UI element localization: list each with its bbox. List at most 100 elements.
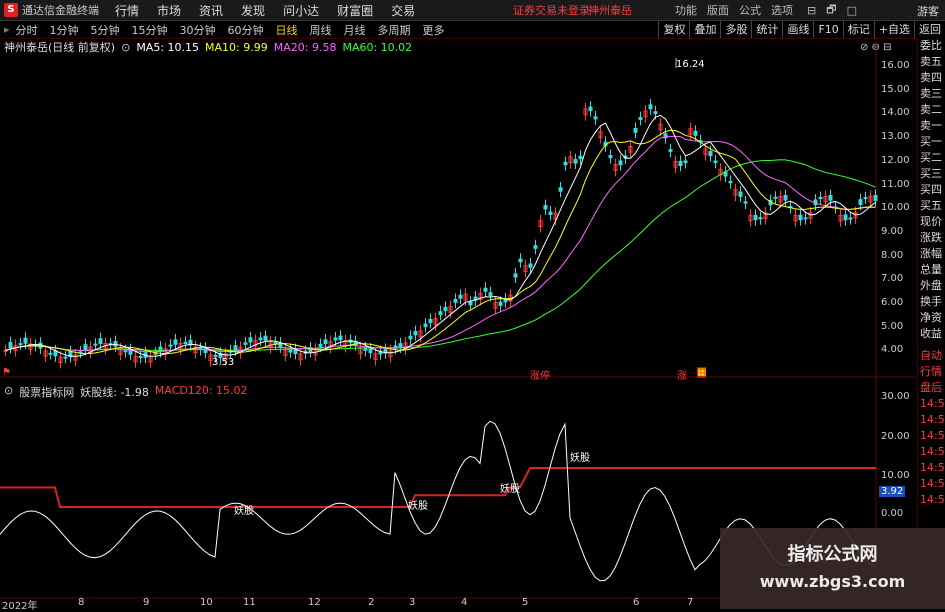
menu-arrow-icon[interactable]: ▸: [4, 23, 10, 36]
indicator-tick-label: 10.00: [881, 470, 910, 481]
candle-body: [773, 196, 778, 199]
side-panel-item[interactable]: 14:50: [918, 428, 945, 444]
candle-body: [618, 160, 623, 166]
candle-body: [828, 194, 833, 201]
period-30min[interactable]: 30分钟: [180, 22, 216, 38]
side-panel-item[interactable]: 外盘: [918, 278, 945, 294]
menu-options[interactable]: 选项: [771, 2, 793, 18]
side-panel-item[interactable]: 14:50: [918, 444, 945, 460]
candle-body: [438, 311, 443, 316]
tool-back[interactable]: 返回: [914, 21, 945, 38]
side-panel-item[interactable]: 14:50: [918, 476, 945, 492]
side-panel-item[interactable]: 盘后: [918, 380, 945, 396]
candle-body: [63, 356, 68, 359]
period-more[interactable]: 更多: [423, 22, 445, 38]
side-panel-item[interactable]: 涨跌: [918, 230, 945, 246]
side-panel-item[interactable]: 现价: [918, 214, 945, 230]
menu-news[interactable]: 资讯: [199, 2, 223, 19]
side-panel-item[interactable]: 买二: [918, 150, 945, 166]
menu-ask[interactable]: 问小达: [283, 2, 319, 19]
menu-layout[interactable]: 版面: [707, 2, 729, 18]
candle-body: [588, 106, 593, 112]
candle-body: [758, 217, 763, 220]
period-multi[interactable]: 多周期: [378, 22, 411, 38]
guest-user[interactable]: 游客: [917, 3, 939, 19]
date-tick-label: 10: [200, 597, 213, 608]
menu-discover[interactable]: 发现: [241, 2, 265, 19]
menu-wealth[interactable]: 财富圈: [337, 2, 373, 19]
side-panel-item[interactable]: 14:50: [918, 492, 945, 508]
date-tick-label: 5: [522, 597, 529, 608]
side-panel-item[interactable]: 卖二: [918, 102, 945, 118]
tool-f10[interactable]: F10: [813, 21, 842, 38]
candle-body: [398, 343, 403, 348]
candle-body: [513, 273, 518, 278]
period-15min[interactable]: 15分钟: [132, 22, 168, 38]
side-panel-item[interactable]: 总量: [918, 262, 945, 278]
side-panel-item[interactable]: 自动: [918, 348, 945, 364]
period-weekly[interactable]: 周线: [310, 22, 332, 38]
tool-mark[interactable]: 标记: [842, 21, 874, 38]
candle-body: [363, 347, 368, 351]
side-panel-item[interactable]: 卖一: [918, 118, 945, 134]
side-panel-item[interactable]: 买五: [918, 198, 945, 214]
indicator-tick-label: 30.00: [881, 391, 910, 402]
login-warning[interactable]: 证券交易未登录: [513, 2, 590, 18]
menu-market[interactable]: 市场: [157, 2, 181, 19]
side-panel-item[interactable]: 买一: [918, 134, 945, 150]
candle-body: [543, 205, 548, 210]
period-monthly[interactable]: 月线: [344, 22, 366, 38]
price-tick-label: 10.00: [881, 202, 910, 214]
side-panel-item[interactable]: 换手: [918, 294, 945, 310]
side-panel-item[interactable]: 卖五: [918, 54, 945, 70]
candle-body: [818, 196, 823, 199]
side-panel-item[interactable]: 净资: [918, 310, 945, 326]
side-panel-item[interactable]: 14:50: [918, 460, 945, 476]
candle-body: [803, 217, 808, 220]
period-daily[interactable]: 日线: [276, 22, 298, 38]
menu-trade[interactable]: 交易: [391, 2, 415, 19]
period-5min[interactable]: 5分钟: [91, 22, 120, 38]
tool-add-watch[interactable]: +自选: [873, 21, 914, 38]
low-label: 3.53: [212, 357, 235, 368]
watermark-title: 指标公式网: [787, 544, 878, 565]
tool-overlay[interactable]: 叠加: [689, 21, 720, 38]
period-1min[interactable]: 1分钟: [50, 22, 79, 38]
candle-body: [678, 160, 683, 167]
candle-body: [48, 352, 53, 355]
right-menu: 功能 版面 公式 选项 ⊟ 🗗 □: [665, 0, 857, 20]
tool-adjust[interactable]: 复权: [658, 21, 689, 38]
candle-body: [548, 211, 553, 215]
kline-chart[interactable]: [0, 38, 917, 609]
maximize-icon[interactable]: □: [847, 4, 857, 17]
side-panel-item[interactable]: 14:50: [918, 396, 945, 412]
candle-body: [858, 199, 863, 205]
tool-draw[interactable]: 画线: [782, 21, 813, 38]
side-panel-item[interactable]: 收益: [918, 326, 945, 342]
menu-function[interactable]: 功能: [675, 2, 697, 18]
chart-toolbar: 复权 叠加 多股 统计 画线 F10 标记 +自选 返回: [658, 21, 945, 38]
side-panel-item[interactable]: 14:50: [918, 412, 945, 428]
candle-body: [93, 343, 98, 346]
minimize-icon[interactable]: ⊟: [807, 4, 816, 17]
side-panel-item[interactable]: 卖三: [918, 86, 945, 102]
side-panel-item[interactable]: 买三: [918, 166, 945, 182]
side-panel-item[interactable]: 委比: [918, 38, 945, 54]
indicator-settings-icon[interactable]: ⊙: [4, 384, 13, 400]
yao-label: 妖股: [408, 501, 428, 512]
side-panel-item[interactable]: 卖四: [918, 70, 945, 86]
period-intraday[interactable]: 分时: [16, 22, 38, 38]
current-stock-name: 神州泰岳: [588, 4, 632, 17]
side-panel-item[interactable]: 行情: [918, 364, 945, 380]
candle-body: [528, 263, 533, 268]
tool-stats[interactable]: 统计: [751, 21, 782, 38]
tool-multi[interactable]: 多股: [720, 21, 751, 38]
menu-formula[interactable]: 公式: [739, 2, 761, 18]
candle-body: [713, 160, 718, 163]
period-60min[interactable]: 60分钟: [228, 22, 264, 38]
side-panel-item[interactable]: 涨幅: [918, 246, 945, 262]
signal-flag: ⚑: [2, 367, 11, 378]
menu-quotes[interactable]: 行情: [115, 2, 139, 19]
restore-icon[interactable]: 🗗: [826, 1, 836, 20]
side-panel-item[interactable]: 买四: [918, 182, 945, 198]
